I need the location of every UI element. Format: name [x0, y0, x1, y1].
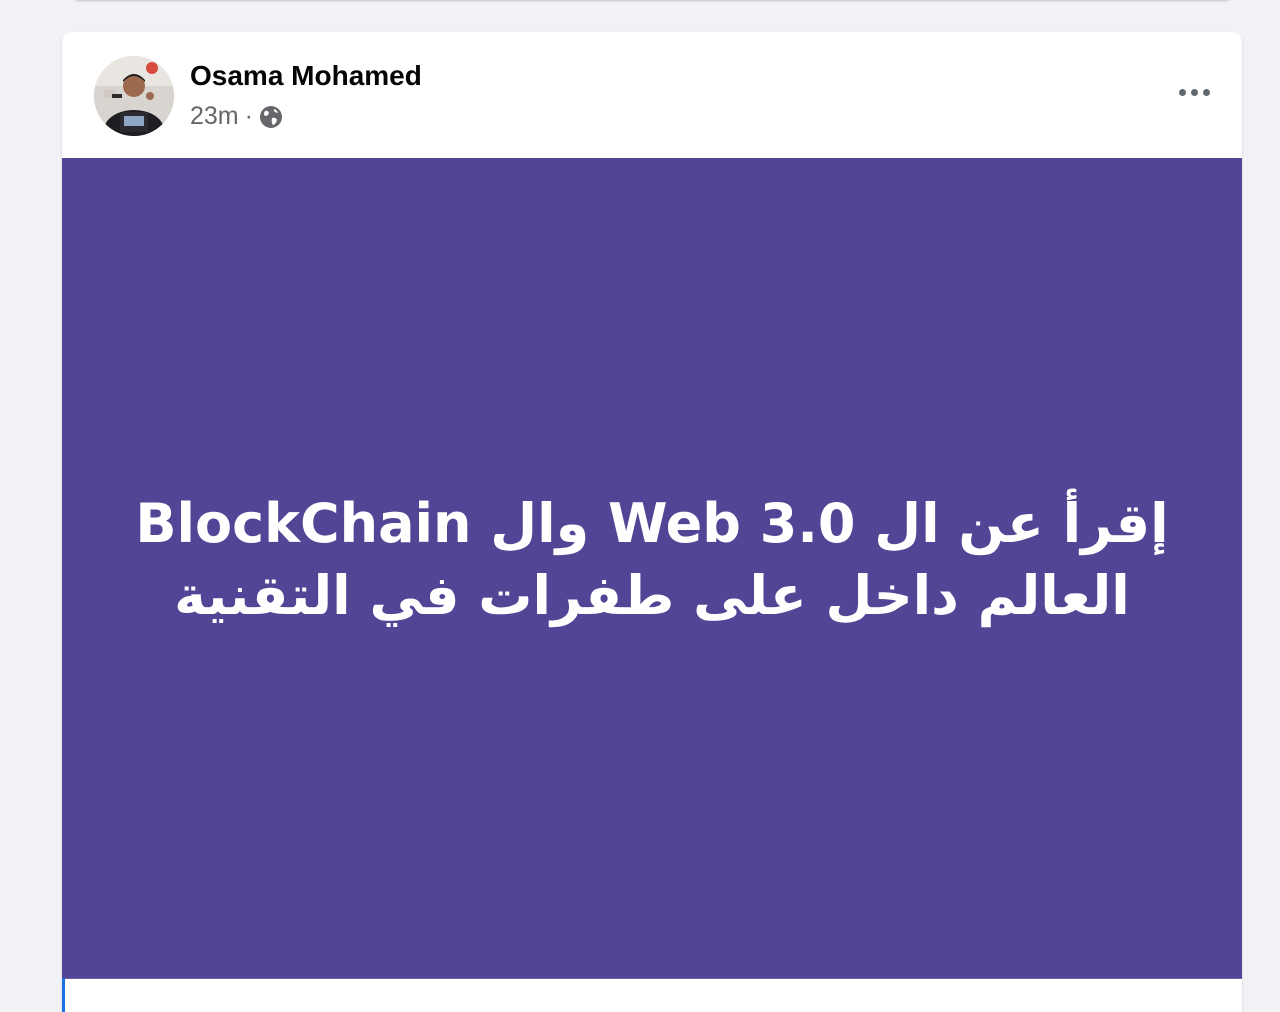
- more-options-button[interactable]: [1166, 68, 1222, 116]
- more-options-dot: [1202, 88, 1210, 96]
- post-text-line-1: إقرأ عن ال Web 3.0 وال BlockChain: [135, 492, 1169, 555]
- meta-separator: ·: [244, 102, 253, 130]
- focus-indicator: [62, 978, 65, 1012]
- author-avatar[interactable]: [94, 56, 174, 136]
- post-header: Osama Mohamed 23m ·: [62, 32, 1242, 158]
- more-options-dot: [1190, 88, 1198, 96]
- post-meta: 23m ·: [190, 102, 283, 131]
- post-text-background[interactable]: إقرأ عن ال Web 3.0 وال BlockChain العالم…: [62, 158, 1242, 978]
- author-name[interactable]: Osama Mohamed: [190, 60, 422, 92]
- post-footer-area: [62, 978, 1242, 1012]
- avatar-photo-icon: [94, 56, 174, 136]
- post-card: Osama Mohamed 23m · إقرأ عن ال Web 3.0 و…: [62, 32, 1242, 1012]
- post-timestamp[interactable]: 23m: [190, 102, 239, 131]
- globe-icon[interactable]: [259, 105, 283, 129]
- post-text: إقرأ عن ال Web 3.0 وال BlockChain العالم…: [135, 488, 1168, 632]
- more-options-icon: [1178, 88, 1186, 96]
- post-text-line-2: العالم داخل على طفرات في التقنية: [174, 564, 1130, 627]
